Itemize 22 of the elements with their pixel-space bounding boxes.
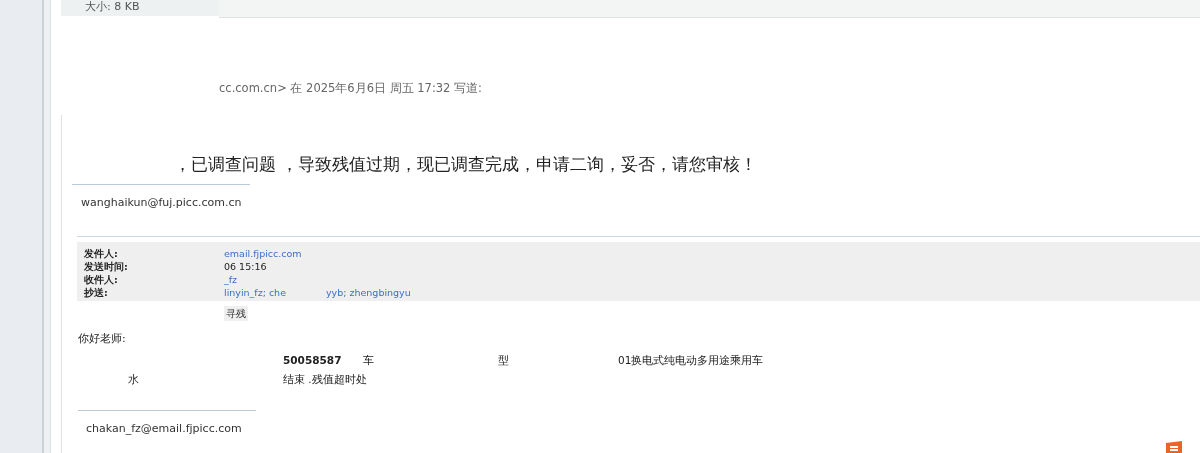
app-icon[interactable] xyxy=(1164,441,1184,453)
message-text: 车 xyxy=(363,353,375,368)
subject-text: 寻残 xyxy=(224,305,248,321)
signature-email: wanghaikun@fuj.picc.com.cn xyxy=(81,195,243,211)
message-text: 01换电式纯电动多用途乘用车 xyxy=(618,353,765,368)
message-text: ，已调查问题 ，导致残值过期，现已调查完成，申请二询，妥否，请您审核！ xyxy=(174,154,759,177)
message-text: 水 xyxy=(127,371,140,387)
field-value[interactable]: linyin_fz; che xyxy=(224,286,286,298)
field-value[interactable]: email.fjpicc.com xyxy=(224,247,302,259)
message-text: 50058587 xyxy=(283,353,343,368)
field-label: 抄送: xyxy=(84,285,109,299)
field-label: 发送时间: xyxy=(84,259,129,273)
message-text: 型 xyxy=(498,353,510,368)
signature-email: chakan_fz@email.fjpicc.com xyxy=(86,420,242,437)
greeting-text: 你好老师: xyxy=(78,330,127,347)
field-label: 发件人: xyxy=(84,246,119,260)
field-label: 收件人: xyxy=(84,272,119,286)
field-value[interactable]: _fz xyxy=(224,273,238,285)
attachment-size: 大小: 8 KB xyxy=(61,0,219,16)
field-value: 06 15:16 xyxy=(224,260,267,272)
reply-header: cc.com.cn> 在 2025年6月6日 周五 17:32 写道: xyxy=(219,80,483,97)
field-value[interactable]: yyb; zhengbingyu xyxy=(326,286,411,298)
